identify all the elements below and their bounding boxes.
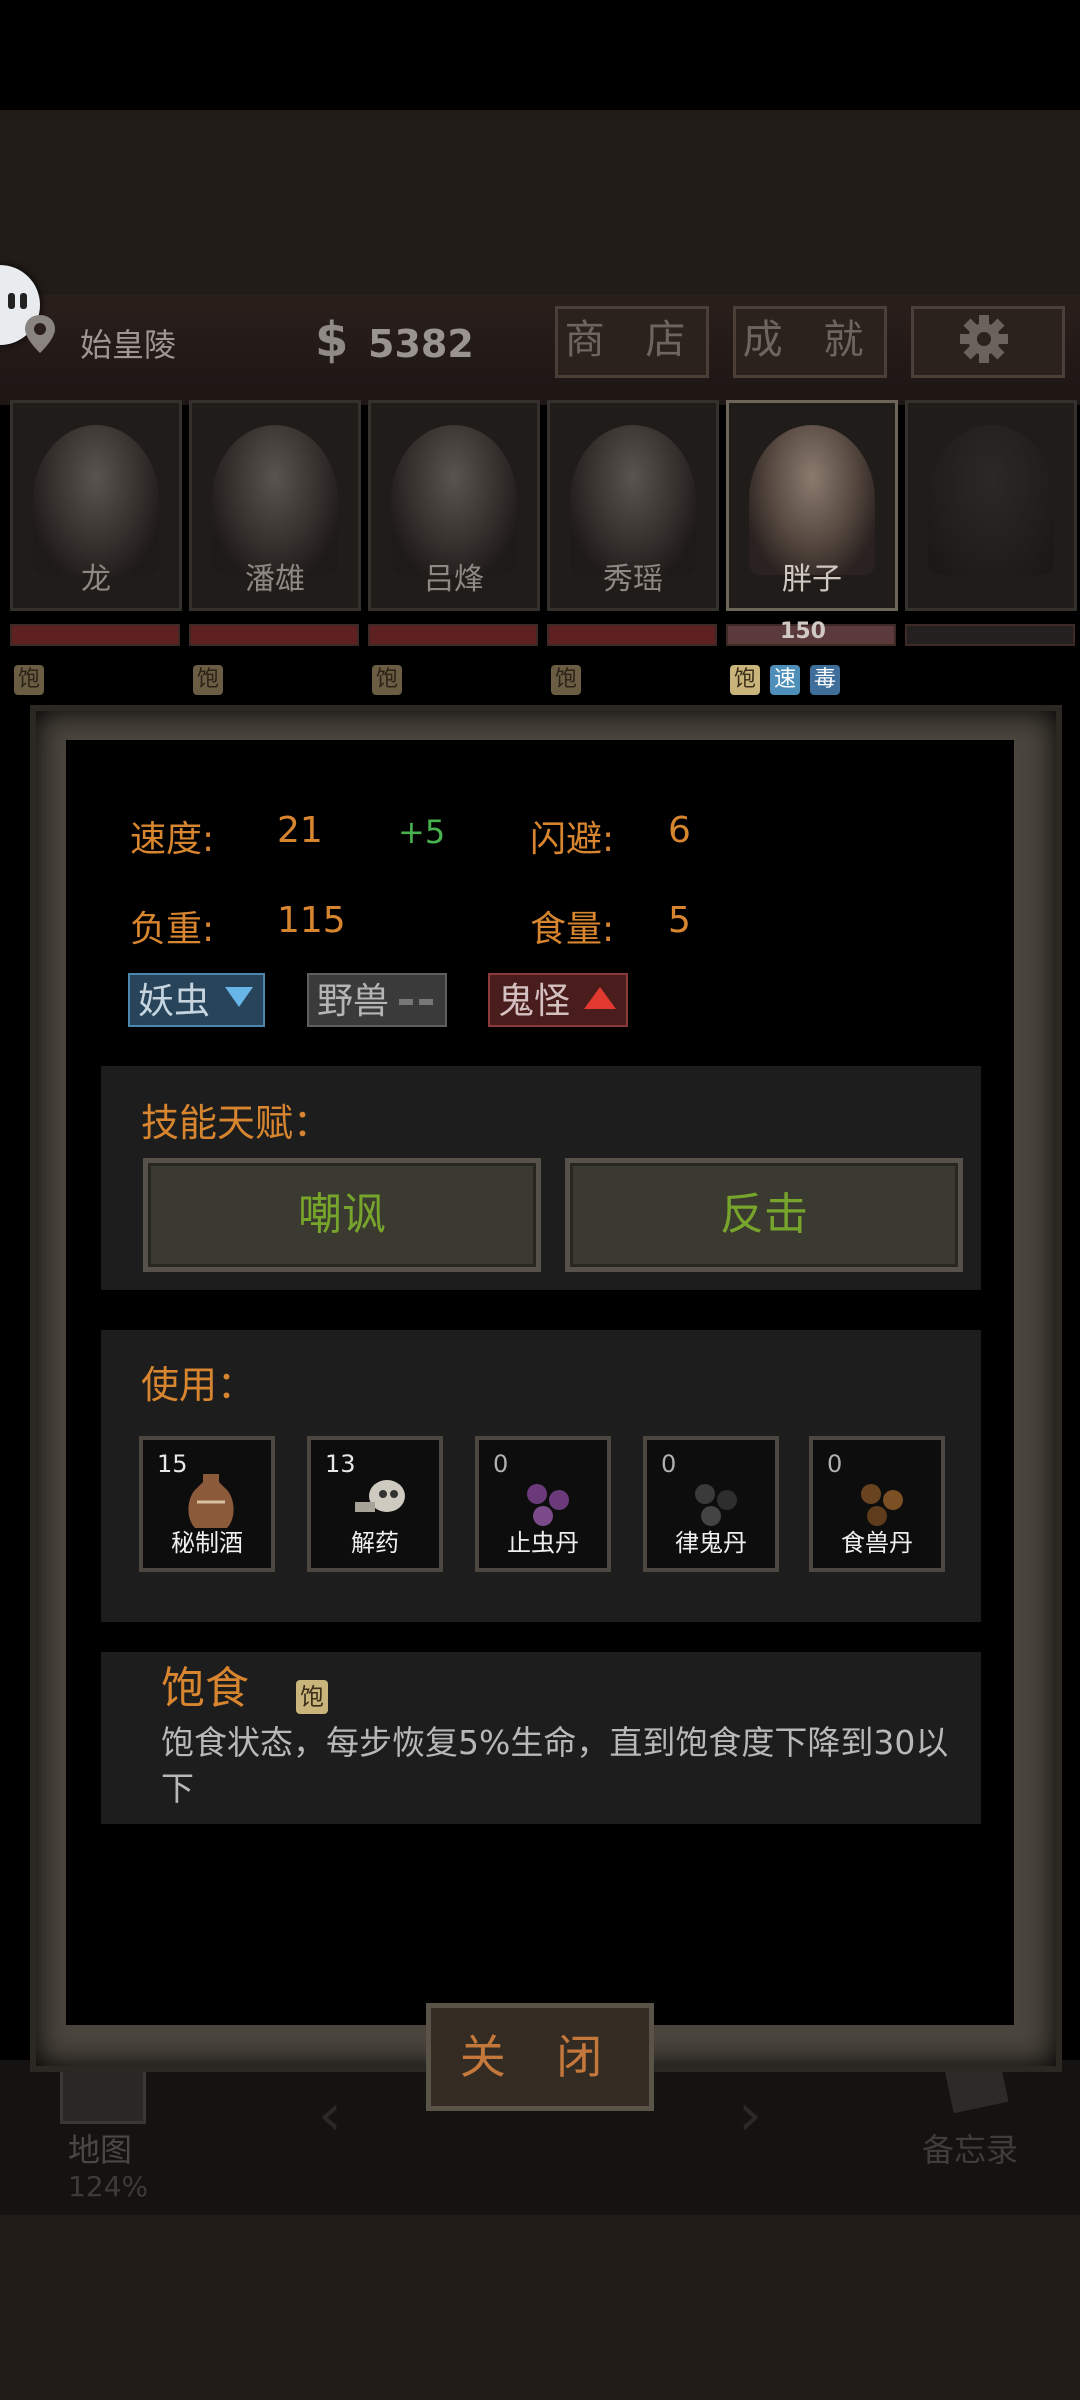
status-badge-full: 饱: [193, 665, 223, 695]
character-card-xiuyao[interactable]: 秀瑶: [547, 400, 719, 611]
money-icon: $: [315, 312, 349, 368]
gear-icon: [960, 315, 1008, 363]
stat-load-label: 负重:: [130, 909, 215, 950]
map-zoom: 124%: [68, 2170, 149, 2203]
character-name: 吕烽: [424, 562, 484, 597]
skill-counter-button[interactable]: 反击: [565, 1158, 963, 1272]
money-amount: 5382: [368, 322, 474, 366]
character-card-pangzi[interactable]: 胖子: [726, 400, 898, 611]
hp-bar: [905, 624, 1075, 646]
item-name: 解药: [351, 1529, 399, 1557]
item-count: 15: [157, 1450, 188, 1478]
character-card-long[interactable]: 龙: [10, 400, 182, 611]
chat-icon-eye: [20, 293, 27, 309]
chat-icon-eye: [8, 293, 15, 309]
character-name: 胖子: [782, 562, 842, 597]
resistance-ghost-label: 鬼怪: [498, 981, 571, 1022]
character-portrait: [212, 425, 338, 575]
resistance-beast-label: 野兽: [317, 981, 390, 1022]
character-card-empty[interactable]: [905, 400, 1077, 611]
item-count: 0: [827, 1450, 843, 1478]
hp-bar: [189, 624, 359, 646]
skills-title: 技能天赋：: [141, 1101, 332, 1145]
status-badge-full: 饱: [730, 665, 760, 695]
footer-band: [0, 2215, 1080, 2400]
stat-food-label: 食量:: [530, 909, 615, 950]
hp-bar: [368, 624, 538, 646]
status-effect-section: 饱食 饱 饱食状态，每步恢复5%生命，直到饱食度下降到30以下: [101, 1652, 981, 1824]
item-antidote[interactable]: 13 解药: [307, 1436, 443, 1572]
arrow-down-icon: [225, 987, 253, 1007]
item-beast-pill[interactable]: 0 食兽丹: [809, 1436, 945, 1572]
item-name: 律鬼丹: [675, 1529, 747, 1557]
status-badge-poison: 毒: [810, 665, 840, 695]
skills-section: 技能天赋： 嘲讽 反击: [101, 1066, 981, 1290]
item-count: 0: [493, 1450, 509, 1478]
nav-right-icon[interactable]: ›: [738, 2080, 762, 2150]
character-portrait: [749, 425, 875, 575]
hp-bar: [547, 624, 717, 646]
character-name: 潘雄: [245, 562, 305, 597]
close-button[interactable]: 关 闭: [426, 2003, 654, 2111]
memo-label: 备忘录: [922, 2131, 1019, 2169]
use-items-section: 使用： 15 秘制酒 13 解药 0 止虫丹 0 律鬼丹 0 食兽丹: [101, 1330, 981, 1622]
status-badge-speed: 速: [770, 665, 800, 695]
shop-button[interactable]: 商 店: [555, 306, 709, 378]
character-card-lvfeng[interactable]: 吕烽: [368, 400, 540, 611]
status-badge-full: 饱: [296, 1680, 328, 1714]
item-secret-wine[interactable]: 15 秘制酒: [139, 1436, 275, 1572]
location-name: 始皇陵: [80, 326, 177, 364]
item-name: 止虫丹: [507, 1529, 579, 1557]
stat-speed-value: 21: [277, 810, 323, 851]
achievements-button[interactable]: 成 就: [733, 306, 887, 378]
neutral-dash-icon: [419, 999, 433, 1005]
resistance-insect: 妖虫: [128, 973, 265, 1027]
empty-slot-silhouette: [928, 425, 1054, 575]
character-portrait: [570, 425, 696, 575]
character-name: 龙: [81, 562, 111, 597]
character-card-panxiong[interactable]: 潘雄: [189, 400, 361, 611]
item-name: 秘制酒: [171, 1529, 243, 1557]
stat-load-value: 115: [277, 900, 346, 941]
status-badge-full: 饱: [372, 665, 402, 695]
arrow-up-icon: [584, 987, 616, 1009]
resistance-beast: 野兽: [307, 973, 447, 1027]
resistance-insect-label: 妖虫: [138, 981, 211, 1022]
stat-speed-label: 速度:: [130, 819, 215, 860]
item-insect-pill[interactable]: 0 止虫丹: [475, 1436, 611, 1572]
top-banner: [0, 110, 1080, 295]
location-pin-icon: [25, 315, 55, 353]
status-badge-full: 饱: [14, 665, 44, 695]
character-name: 秀瑶: [603, 562, 663, 597]
hp-bar: [10, 624, 180, 646]
use-title: 使用：: [141, 1363, 256, 1407]
character-portrait: [391, 425, 517, 575]
status-effect-title: 饱食: [161, 1663, 249, 1714]
character-portrait: [33, 425, 159, 575]
hp-value: 150: [780, 619, 826, 644]
item-count: 0: [661, 1450, 677, 1478]
resistance-ghost: 鬼怪: [488, 973, 628, 1027]
stat-dodge-label: 闪避:: [530, 819, 615, 860]
map-label: 地图: [68, 2131, 133, 2169]
item-ghost-pill[interactable]: 0 律鬼丹: [643, 1436, 779, 1572]
stat-dodge-value: 6: [668, 810, 691, 851]
neutral-dash-icon: [399, 999, 413, 1005]
skill-taunt-button[interactable]: 嘲讽: [143, 1158, 541, 1272]
stat-food-value: 5: [668, 900, 691, 941]
stat-speed-bonus: +5: [398, 813, 446, 851]
status-effect-description: 饱食状态，每步恢复5%生命，直到饱食度下降到30以下: [161, 1723, 949, 1808]
nav-left-icon[interactable]: ‹: [318, 2080, 342, 2150]
item-count: 13: [325, 1450, 356, 1478]
status-badge-full: 饱: [551, 665, 581, 695]
item-name: 食兽丹: [841, 1529, 913, 1557]
